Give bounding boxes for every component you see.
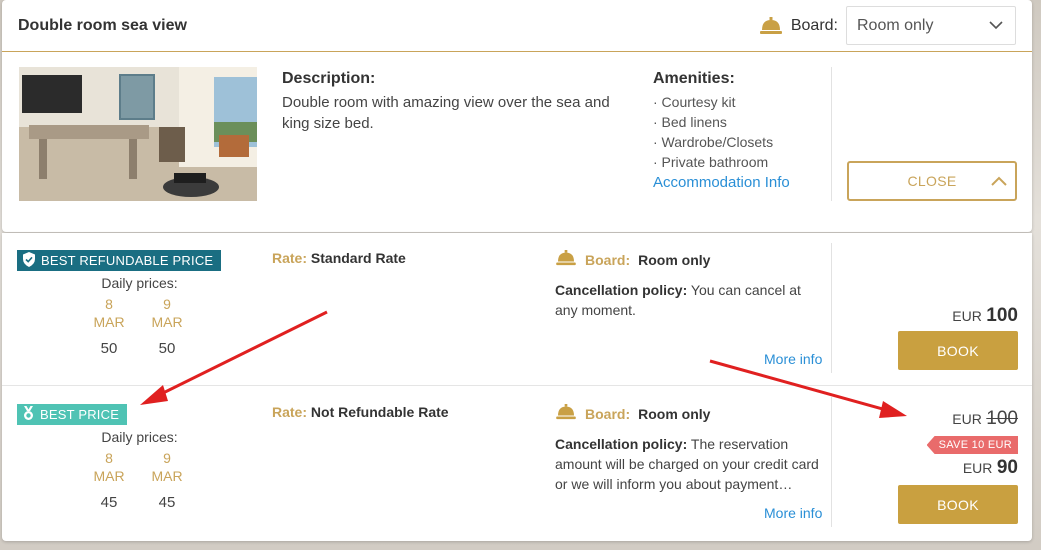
day-number: 9 — [163, 296, 171, 312]
day-price: 50 — [158, 340, 176, 357]
amenity-item: · Wardrobe/Closets — [653, 134, 774, 150]
amenity-item: · Bed linens — [653, 114, 727, 130]
row-divider — [2, 385, 1032, 386]
shield-check-icon — [22, 251, 36, 270]
day-month: MAR — [151, 314, 183, 330]
room-header: Double room sea view Board: Room only — [2, 0, 1032, 52]
daily-prices: Daily prices: 8 MAR 45 9 MAR 45 — [92, 429, 212, 511]
accommodation-info-link[interactable]: Accommodation Info — [653, 174, 823, 191]
book-button[interactable]: BOOK — [898, 485, 1018, 524]
rate-value: Not Refundable Rate — [310, 404, 449, 420]
currency: EUR — [952, 308, 982, 324]
cancellation-label: Cancellation policy: — [555, 436, 688, 452]
price-amount: 100 — [986, 305, 1018, 326]
day-price: 45 — [158, 494, 176, 511]
rates-panel: BEST REFUNDABLE PRICE Daily prices: 8 MA… — [2, 233, 1032, 541]
rate-board: Board: Room only — [555, 250, 710, 269]
bell-icon — [555, 404, 577, 423]
rate-name: Rate: Not Refundable Rate — [272, 404, 449, 420]
rate-name: Rate: Standard Rate — [272, 250, 406, 266]
price-box: EUR 100 — [858, 305, 1018, 327]
column-divider — [831, 243, 832, 373]
rate-row-not-refundable: BEST PRICE Daily prices: 8 MAR 45 9 MAR … — [2, 387, 1032, 539]
daily-price-day: 8 MAR 45 — [89, 446, 129, 511]
daily-price-day: 8 MAR 50 — [89, 292, 129, 357]
cancellation-policy: Cancellation policy: The reservation amo… — [555, 434, 825, 494]
bell-icon — [555, 250, 577, 269]
amenities-block: Amenities: · Courtesy kit · Bed linens ·… — [653, 70, 823, 191]
amenity-item: · Private bathroom — [653, 154, 769, 170]
day-number: 8 — [105, 450, 113, 466]
description-text: Double room with amazing view over the s… — [282, 94, 610, 132]
day-month: MAR — [151, 468, 183, 484]
rate-value: Standard Rate — [310, 250, 406, 266]
board-selector-group: Board: Room only — [759, 6, 1016, 45]
close-button[interactable]: CLOSE — [847, 161, 1017, 201]
badge-label: BEST REFUNDABLE PRICE — [41, 253, 214, 268]
rate-label: Rate: — [272, 250, 308, 266]
daily-price-day: 9 MAR 45 — [147, 446, 187, 511]
more-info-link[interactable]: More info — [764, 505, 822, 521]
column-divider — [831, 397, 832, 527]
daily-prices-label: Daily prices: — [101, 275, 178, 291]
price-box: EUR 100 SAVE 10 EUR EUR 90 — [858, 408, 1018, 479]
description-title: Description: — [282, 70, 376, 87]
day-price: 50 — [100, 340, 118, 357]
save-tag: SAVE 10 EUR — [926, 436, 1018, 454]
daily-prices: Daily prices: 8 MAR 50 9 MAR 50 — [92, 275, 212, 357]
room-photo[interactable] — [19, 67, 257, 201]
day-number: 9 — [163, 450, 171, 466]
room-title: Double room sea view — [18, 16, 187, 34]
room-card: Double room sea view Board: Room only De… — [2, 0, 1032, 232]
currency: EUR — [962, 460, 993, 476]
old-price-amount: 100 — [986, 408, 1018, 429]
original-price: EUR 100 — [858, 408, 1018, 430]
description-block: Description: Double room with amazing vi… — [282, 70, 632, 134]
badge-label: BEST PRICE — [40, 407, 120, 422]
board-label: Board: — [790, 16, 838, 34]
board-select[interactable]: Room only — [846, 6, 1016, 45]
board-value: Room only — [638, 251, 711, 268]
rate-label: Rate: — [272, 404, 308, 420]
day-price: 45 — [100, 494, 118, 511]
discounted-price: EUR 90 — [858, 457, 1018, 479]
book-button[interactable]: BOOK — [898, 331, 1018, 370]
column-divider — [831, 67, 832, 201]
daily-price-day: 9 MAR 50 — [147, 292, 187, 357]
more-info-link[interactable]: More info — [764, 351, 822, 367]
chevron-down-icon — [989, 17, 1003, 35]
best-price-badge: BEST PRICE — [17, 404, 128, 425]
room-details: Description: Double room with amazing vi… — [2, 52, 1032, 232]
chevron-up-icon — [991, 173, 1007, 189]
amenities-title: Amenities: — [653, 70, 735, 87]
day-month: MAR — [93, 314, 125, 330]
best-refundable-badge: BEST REFUNDABLE PRICE — [17, 250, 222, 271]
amenity-item: · Courtesy kit — [653, 94, 736, 110]
close-button-label: CLOSE — [907, 173, 957, 189]
rate-row-standard: BEST REFUNDABLE PRICE Daily prices: 8 MA… — [2, 233, 1032, 386]
board-value: Room only — [638, 405, 711, 422]
bell-icon — [759, 16, 783, 35]
board-select-value: Room only — [857, 16, 934, 34]
daily-prices-label: Daily prices: — [101, 429, 178, 445]
price-amount: 90 — [996, 457, 1018, 478]
day-month: MAR — [93, 468, 125, 484]
board-label: Board: — [585, 251, 631, 268]
board-label: Board: — [585, 405, 631, 422]
currency: EUR — [952, 411, 982, 427]
day-number: 8 — [105, 296, 113, 312]
rate-board: Board: Room only — [555, 404, 710, 423]
medal-icon — [22, 405, 35, 424]
cancellation-label: Cancellation policy: — [555, 282, 688, 298]
cancellation-policy: Cancellation policy: You can cancel at a… — [555, 280, 825, 320]
